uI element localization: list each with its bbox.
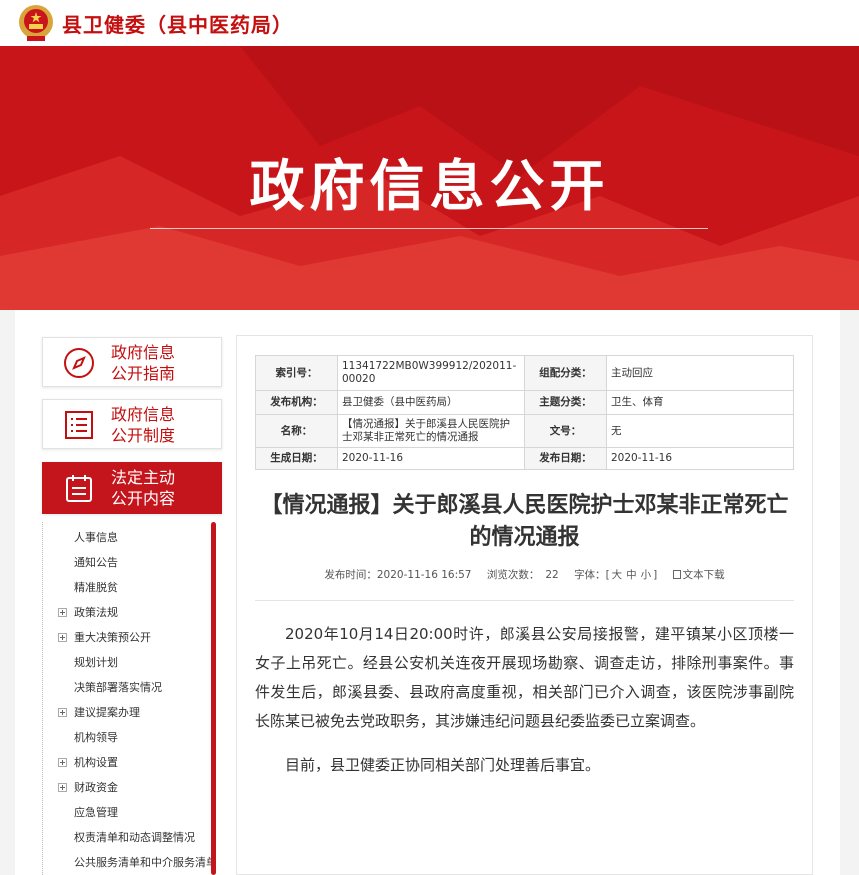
document-icon	[672, 570, 681, 579]
article-paragraph: 目前，县卫健委正协同相关部门处理善后事宜。	[285, 756, 601, 774]
meta-value: 2020-11-16	[606, 447, 794, 470]
font-small-link[interactable]: 小	[641, 569, 652, 581]
sidebar-card-system[interactable]: 政府信息 公开制度	[42, 399, 222, 449]
meta-value: 主动回应	[606, 355, 794, 391]
tree-item-decisions[interactable]: 重大决策预公开	[43, 625, 213, 650]
expand-icon[interactable]	[58, 708, 67, 717]
meta-value: 11341722MB0W399912/202011-00020	[337, 355, 525, 391]
meta-label: 索引号：	[255, 355, 338, 391]
metadata-table: 索引号： 11341722MB0W399912/202011-00020 组配分…	[255, 355, 794, 470]
tree-item-implementation[interactable]: 决策部署落实情况	[43, 675, 213, 700]
sidebar-scrollbar[interactable]	[211, 522, 216, 875]
compass-icon	[64, 348, 94, 378]
sidebar-card-label: 法定主动 公开内容	[111, 468, 176, 508]
meta-label: 组配分类：	[524, 355, 607, 391]
site-title[interactable]: 县卫健委（县中医药局）	[62, 9, 293, 38]
tree-item-policies[interactable]: 政策法规	[43, 600, 213, 625]
article-body: 2020年10月14日20:00时许，郎溪县公安局接报警，建平镇某小区顶楼一女子…	[255, 620, 794, 795]
top-bar: 县卫健委（县中医药局）	[0, 0, 859, 46]
font-large-link[interactable]: 大	[612, 569, 623, 581]
meta-label: 生成日期：	[255, 447, 338, 470]
national-emblem-icon	[19, 5, 53, 41]
expand-icon[interactable]	[58, 608, 67, 617]
meta-label: 主题分类：	[524, 390, 607, 415]
tree-item-poverty[interactable]: 精准脱贫	[43, 575, 213, 600]
meta-value: 【情况通报】关于郎溪县人民医院护士邓某非正常死亡的情况通报	[337, 414, 525, 448]
tree-item-finance[interactable]: 财政资金	[43, 775, 213, 800]
expand-icon[interactable]	[58, 758, 67, 767]
sidebar-card-guide[interactable]: 政府信息 公开指南	[42, 337, 222, 387]
tree-item-service-list[interactable]: 公共服务清单和中介服务清单	[43, 850, 216, 875]
tree-item-organization[interactable]: 机构设置	[43, 750, 213, 775]
meta-value: 无	[606, 414, 794, 448]
publish-time: 发布时间：2020-11-16 16:57	[324, 569, 472, 581]
meta-label: 名称：	[255, 414, 338, 448]
banner-divider	[150, 228, 708, 229]
banner: 政府信息公开	[0, 46, 859, 310]
meta-value: 卫生、体育	[606, 390, 794, 415]
sidebar-card-active-content[interactable]: 法定主动 公开内容	[42, 462, 250, 514]
list-icon	[65, 411, 93, 439]
article-title: 【情况通报】关于郎溪县人民医院护士邓某非正常死亡的情况通报	[260, 493, 789, 550]
tree-item-proposals[interactable]: 建议提案办理	[43, 700, 213, 725]
meta-label: 文号：	[524, 414, 607, 448]
tree-item-leaders[interactable]: 机构领导	[43, 725, 213, 750]
meta-label: 发布日期：	[524, 447, 607, 470]
sidebar-card-label: 政府信息 公开制度	[111, 405, 176, 445]
meta-value: 县卫健委（县中医药局）	[337, 390, 525, 415]
meta-label: 发布机构：	[255, 390, 338, 415]
article-paragraph: 2020年10月14日20:00时许，郎溪县公安局接报警，建平镇某小区顶楼一女子…	[255, 625, 794, 730]
tree-item-plans[interactable]: 规划计划	[43, 650, 213, 675]
banner-title: 政府信息公开	[249, 154, 610, 218]
font-size-controls: 字体：[大中小]	[574, 569, 658, 581]
calendar-icon	[66, 475, 92, 502]
view-count: 浏览次数： 22	[486, 569, 559, 581]
tree-item-emergency[interactable]: 应急管理	[43, 800, 213, 825]
sidebar-card-label: 政府信息 公开指南	[111, 343, 176, 383]
tree-item-power-list[interactable]: 权责清单和动态调整情况	[43, 825, 213, 850]
download-link[interactable]: 文本下载	[672, 569, 725, 581]
expand-icon[interactable]	[58, 633, 67, 642]
meta-value: 2020-11-16	[337, 447, 525, 470]
tree-item-notices[interactable]: 通知公告	[43, 550, 213, 575]
font-medium-link[interactable]: 中	[626, 569, 637, 581]
divider	[255, 600, 794, 601]
tree-item-personnel[interactable]: 人事信息	[43, 525, 213, 550]
article-info-bar: 发布时间：2020-11-16 16:57 浏览次数： 22 字体：[大中小] 文…	[255, 567, 794, 582]
sidebar-tree: 人事信息 通知公告 精准脱贫 政策法规 重大决策预公开 规划计划 决策部署落实情…	[42, 522, 216, 875]
expand-icon[interactable]	[58, 783, 67, 792]
